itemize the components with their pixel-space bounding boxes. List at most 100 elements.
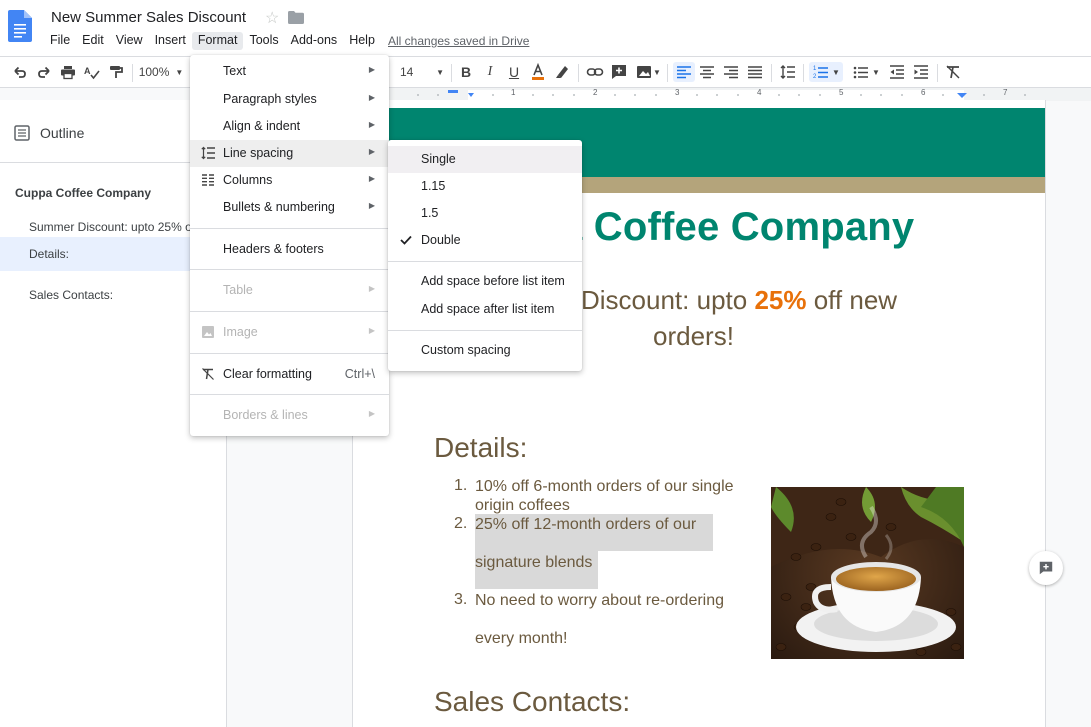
menu-item-label: Single [421,152,456,166]
save-status-link[interactable]: All changes saved in Drive [388,34,529,48]
menu-insert[interactable]: Insert [149,32,192,50]
menu-help[interactable]: Help [343,32,381,50]
document-heading[interactable]: a Coffee Company [560,205,914,250]
numbered-list-icon[interactable]: 1 2 ▼ [809,62,843,82]
menu-item-label: Line spacing [223,146,294,160]
zoom-select[interactable]: 100% ▼ [138,62,184,82]
line-spacing-icon [201,146,215,160]
format-menu-item-line-spacing[interactable]: Line spacing ▶ [190,140,389,167]
document-subtitle[interactable]: Discount: upto 25% off new orders! [581,282,961,354]
list-item-line[interactable]: 10% off 6-month orders of our single [475,477,734,496]
increase-indent-icon[interactable] [911,62,931,82]
align-right-icon[interactable] [721,62,741,82]
format-menu-item-columns[interactable]: Columns ▶ [190,167,389,194]
menu-format[interactable]: Format [191,32,244,50]
menu-tools[interactable]: Tools [243,32,284,50]
insert-image-icon[interactable]: ▼ [633,62,663,82]
format-menu-item-text[interactable]: Text ▶ [190,58,389,85]
ruler-tick-label: 7 [1003,88,1008,97]
format-menu-item-headers-footers[interactable]: Headers & footers [190,236,389,263]
bold-icon[interactable]: B [456,62,476,82]
redo-icon[interactable] [34,62,54,82]
outline-header[interactable]: Outline [14,125,84,141]
outline-icon [14,125,30,141]
menu-view[interactable]: View [110,32,149,50]
format-menu-item-align-indent[interactable]: Align & indent ▶ [190,113,389,140]
outline-item-label: Sales Contacts: [29,288,114,302]
align-center-icon[interactable] [697,62,717,82]
list-item-line[interactable]: every month! [475,629,567,648]
menu-item-label: Columns [223,173,273,187]
format-menu-item-borders-lines: Borders & lines ▶ [190,402,389,429]
list-item-line[interactable]: origin coffees [475,496,570,515]
list-item-line-selected[interactable]: signature blends [475,551,598,589]
align-justify-icon[interactable] [745,62,765,82]
subtitle-line-2: orders! [653,321,734,351]
list-number: 3. [454,591,468,608]
spacing-option-add-space-before[interactable]: Add space before list item [388,268,582,295]
paint-format-icon[interactable] [106,62,126,82]
submenu-arrow-icon: ▶ [368,284,375,293]
format-menu-item-paragraph-styles[interactable]: Paragraph styles ▶ [190,86,389,113]
line-spacing-submenu: Single 1.15 1.5 Double Add space before … [388,140,582,371]
chevron-down-icon: ▼ [653,67,661,77]
chevron-down-icon: ▼ [436,67,444,77]
submenu-arrow-icon: ▶ [368,409,375,418]
font-size-value: 14 [400,65,414,79]
format-menu-item-image: Image ▶ [190,319,389,346]
zoom-value: 100% [138,65,170,79]
menu-edit[interactable]: Edit [76,32,110,50]
details-heading[interactable]: Details: [434,432,527,464]
subtitle-line-1: Discount: upto 25% off new [581,285,897,315]
text-color-icon[interactable] [528,62,548,82]
align-left-icon[interactable] [673,62,695,82]
columns-icon [202,174,214,186]
subtitle-text: off new [806,285,898,315]
menu-item-label: Table [223,283,253,297]
bulleted-list-icon[interactable]: ▼ [849,62,883,82]
spacing-option-double[interactable]: Double [388,227,582,254]
spacing-option-single[interactable]: Single [388,146,582,173]
clear-formatting-icon[interactable] [943,62,963,82]
format-menu-item-clear-formatting[interactable]: Clear formatting Ctrl+\ [190,361,389,388]
line-spacing-icon[interactable] [777,62,799,82]
star-icon[interactable]: ☆ [265,8,279,28]
spacing-option-1-15[interactable]: 1.15 [388,173,582,200]
menu-divider [190,353,389,354]
folder-icon[interactable] [288,11,304,24]
add-comment-icon[interactable] [609,62,629,82]
ruler[interactable]: 1 2 3 4 5 6 7 [388,88,1091,101]
spacing-option-custom[interactable]: Custom spacing [388,337,582,364]
coffee-cup-image[interactable] [771,487,964,659]
format-menu-item-bullets-numbering[interactable]: Bullets & numbering ▶ [190,194,389,221]
menu-bar: File Edit View Insert Format Tools Add-o… [44,32,381,50]
decrease-indent-icon[interactable] [887,62,907,82]
menu-item-label: 1.5 [421,206,439,220]
font-size-select[interactable]: 14 ▼ [398,62,446,82]
spacing-option-1-5[interactable]: 1.5 [388,200,582,227]
insert-link-icon[interactable] [584,62,606,82]
undo-icon[interactable] [10,62,30,82]
menu-item-label: Add space before list item [421,274,565,288]
italic-icon[interactable]: I [480,62,500,82]
list-number: 1. [454,477,468,494]
print-icon[interactable] [58,62,78,82]
svg-text:1: 1 [813,66,817,72]
add-comment-button[interactable] [1029,551,1063,585]
docs-logo-icon[interactable] [8,10,32,42]
outline-item-label: Summer Discount: upto 25% of [29,220,196,234]
ruler-tick-label: 3 [675,88,680,97]
chevron-down-icon: ▼ [832,67,840,77]
sales-contacts-heading[interactable]: Sales Contacts: [434,686,630,718]
highlight-color-icon[interactable] [552,62,572,82]
menu-item-label: Bullets & numbering [223,200,335,214]
underline-icon[interactable]: U [504,62,524,82]
spellcheck-icon[interactable]: A [82,62,102,82]
list-item-line-selected[interactable]: 25% off 12-month orders of our [475,514,713,551]
list-item-line[interactable]: No need to worry about re-ordering [475,591,724,610]
chevron-down-icon: ▼ [872,67,880,77]
document-title[interactable]: New Summer Sales Discount [51,9,246,26]
menu-add-ons[interactable]: Add-ons [285,32,344,50]
menu-file[interactable]: File [44,32,76,50]
spacing-option-add-space-after[interactable]: Add space after list item [388,296,582,323]
